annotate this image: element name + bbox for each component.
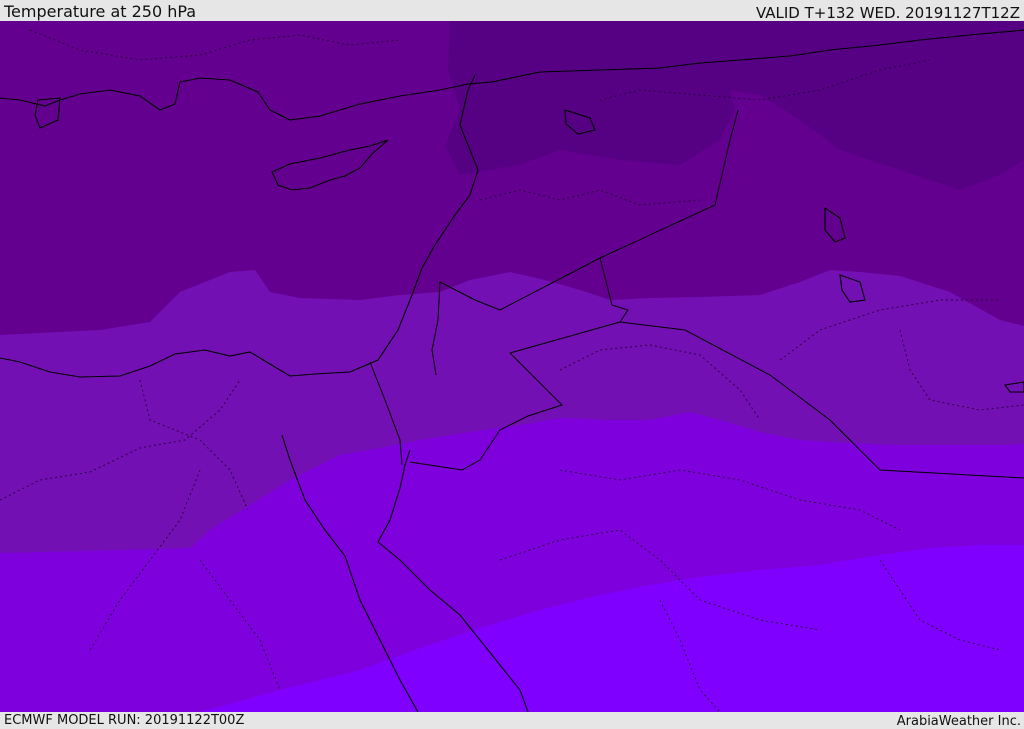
credit-label: ArabiaWeather Inc. xyxy=(896,714,1021,729)
map-title: Temperature at 250 hPa xyxy=(4,2,197,21)
header-bar: Temperature at 250 hPa VALID T+132 WED. … xyxy=(0,0,1024,22)
valid-time: VALID T+132 WED. 20191127T12Z xyxy=(755,4,1020,22)
footer-bar: ECMWF MODEL RUN: 20191122T00Z ArabiaWeat… xyxy=(0,712,1024,729)
temperature-map xyxy=(0,21,1024,712)
model-run-label: ECMWF MODEL RUN: 20191122T00Z xyxy=(4,713,245,728)
